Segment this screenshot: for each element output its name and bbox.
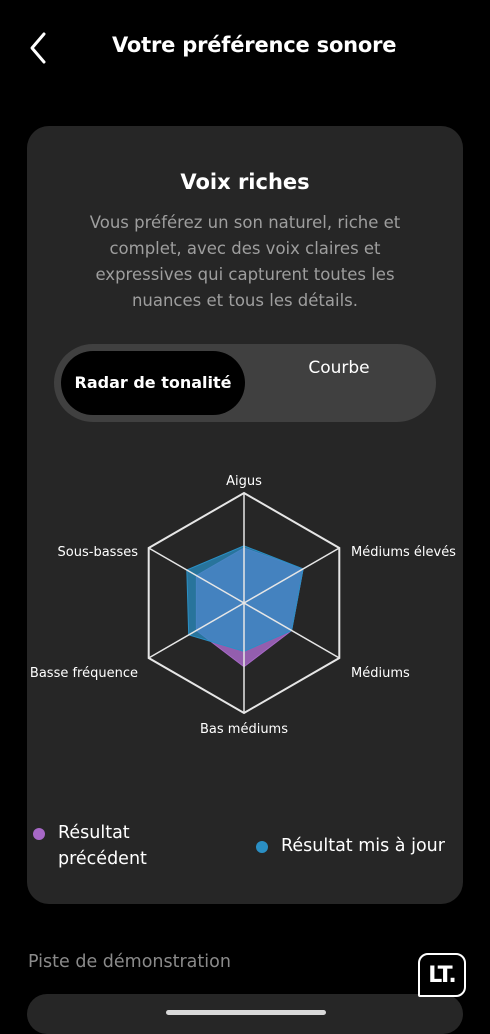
legend-label-updated: Résultat mis à jour (281, 836, 445, 856)
page-title: Votre préférence sonore (112, 33, 397, 57)
radar-axis-label: Basse fréquence (30, 666, 138, 681)
legend-dot-updated (256, 841, 268, 853)
radar-axis-label: Aigus (226, 474, 262, 489)
radar-axis-label: Médiums (351, 666, 410, 681)
legend-dot-previous (33, 828, 45, 840)
header: Votre préférence sonore (0, 0, 490, 100)
radar-chart: Aigus Médiums élevés Médiums Bas médiums Bas… (30, 474, 456, 737)
profile-description: Vous préférez un son naturel, riche et c… (89, 213, 401, 310)
radar-axis-label: Sous-basses (58, 545, 139, 560)
tab-curve[interactable]: Courbe (254, 358, 424, 378)
radar-axis-label: Bas médiums (200, 722, 288, 737)
back-button[interactable] (26, 30, 56, 66)
tab-tonal-radar[interactable]: Radar de tonalité (61, 351, 245, 415)
legend-label-previous: Résultat précédent (58, 823, 147, 869)
chevron-left-icon (30, 32, 46, 64)
sound-profile-card: Voix riches Vous préférez un son naturel… (27, 126, 463, 904)
view-toggle: Radar de tonalité Courbe (54, 344, 436, 422)
demo-track-label: Piste de démonstration (28, 952, 231, 972)
legend-previous[interactable]: Résultat précédent (33, 820, 168, 872)
home-indicator (166, 1010, 326, 1015)
lt-logo: LT. (418, 953, 466, 997)
radar-axis-label: Médiums élevés (351, 545, 456, 560)
profile-title: Voix riches (180, 170, 310, 194)
legend-updated[interactable]: Résultat mis à jour (256, 833, 445, 859)
